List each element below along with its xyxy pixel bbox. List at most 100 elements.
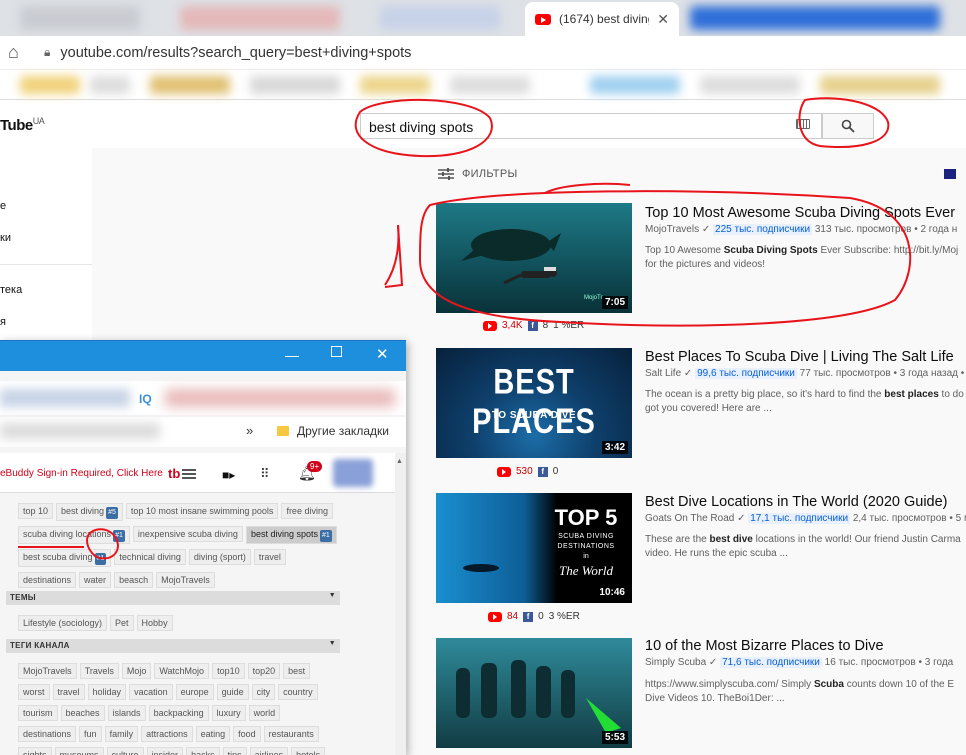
tag-chip[interactable]: beaches bbox=[60, 705, 105, 721]
tag-chip[interactable]: guide bbox=[216, 684, 249, 700]
search-input[interactable]: best diving spots bbox=[360, 113, 822, 139]
subscriber-count: 225 тыс. подписчики bbox=[713, 224, 813, 235]
tag-chip[interactable]: Lifestyle (sociology) bbox=[18, 615, 108, 631]
tag-chip[interactable]: travel bbox=[52, 684, 85, 700]
tag-chip[interactable]: food bbox=[233, 726, 261, 742]
tag-chip[interactable]: city bbox=[251, 684, 276, 700]
tag-chip[interactable]: country bbox=[278, 684, 318, 700]
video-title[interactable]: Best Dive Locations in The World (2020 G… bbox=[645, 494, 966, 510]
tag-chip[interactable]: top10 bbox=[212, 663, 245, 679]
guide-item[interactable]: ки bbox=[0, 232, 11, 244]
video-thumbnail[interactable]: BEST PLACES TO SCUBA DIVE 3:42 bbox=[436, 348, 632, 458]
scroll-up-arrow[interactable]: ▲ bbox=[396, 458, 403, 465]
video-camera-icon[interactable]: ■▸ bbox=[222, 468, 235, 482]
tag-chip[interactable]: scuba diving locations #1 bbox=[18, 526, 130, 544]
tag-chip[interactable]: best diving #5 bbox=[56, 503, 123, 521]
tag-chip[interactable]: fun bbox=[79, 726, 102, 742]
tab-close-icon[interactable]: ✕ bbox=[657, 11, 669, 28]
channel-name[interactable]: Salt Life bbox=[645, 368, 681, 379]
tag-chip[interactable]: destinations bbox=[18, 572, 77, 588]
video-meta: MojoTravels ✓ 225 тыс. подписчики 313 ты… bbox=[645, 224, 958, 235]
tag-chip[interactable]: top 10 bbox=[18, 503, 54, 519]
search-button[interactable] bbox=[822, 113, 874, 139]
tag-chip[interactable]: attractions bbox=[141, 726, 193, 742]
signin-link[interactable]: eBuddy Sign-in Required, Click Here bbox=[0, 468, 163, 479]
tag-chip[interactable]: technical diving bbox=[114, 549, 186, 565]
tag-chip[interactable]: Mojo bbox=[121, 663, 152, 679]
section-header-channel-tags[interactable]: ТЕГИ КАНАЛА ▼ bbox=[6, 639, 340, 653]
guide-item[interactable]: тека bbox=[0, 284, 22, 296]
tag-chip[interactable]: museums bbox=[54, 747, 104, 755]
tag-chip[interactable]: inexpensive scuba diving bbox=[132, 526, 243, 542]
tag-chip[interactable]: luxury bbox=[211, 705, 246, 721]
tag-chip[interactable]: MojoTravels bbox=[18, 663, 77, 679]
filter-sliders-icon bbox=[438, 168, 454, 180]
scrollbar[interactable] bbox=[395, 453, 406, 755]
filters-button[interactable]: ФИЛЬТРЫ bbox=[438, 167, 518, 181]
tag-chip[interactable]: Travels bbox=[79, 663, 119, 679]
tag-chip[interactable]: insider bbox=[146, 747, 184, 755]
tag-chip[interactable]: best diving spots #1 bbox=[245, 526, 337, 544]
tag-chip[interactable]: backpacking bbox=[148, 705, 209, 721]
video-thumbnail[interactable]: TOP 5 SCUBA DIVING DESTINATIONS in The W… bbox=[436, 493, 632, 603]
tag-chip[interactable]: airlines bbox=[249, 747, 289, 755]
maximize-icon[interactable] bbox=[331, 346, 342, 357]
channel-name[interactable]: Simply Scuba bbox=[645, 657, 706, 668]
tag-chip[interactable]: top20 bbox=[247, 663, 281, 679]
channel-name[interactable]: MojoTravels bbox=[645, 224, 699, 235]
home-icon[interactable]: ⌂ bbox=[8, 42, 30, 63]
tag-chip[interactable]: free diving bbox=[281, 503, 333, 519]
tag-chip[interactable]: Pet bbox=[110, 615, 134, 631]
tag-chip[interactable]: water bbox=[79, 572, 112, 588]
tag-chip[interactable]: travel bbox=[253, 549, 286, 565]
tag-chip[interactable]: best bbox=[283, 663, 311, 679]
tag-chip[interactable]: culture bbox=[106, 747, 144, 755]
iq-icon[interactable]: IQ bbox=[139, 392, 152, 406]
youtube-logo[interactable]: TubeUA bbox=[0, 116, 45, 134]
guide-item[interactable]: я bbox=[0, 316, 6, 328]
video-thumbnail[interactable]: MojoTr 7:05 bbox=[436, 203, 632, 313]
channel-name[interactable]: Goats On The Road bbox=[645, 513, 734, 524]
tag-chip[interactable]: sights bbox=[18, 747, 52, 755]
tubebuddy-logo[interactable]: tb bbox=[168, 466, 197, 481]
close-icon[interactable]: ✕ bbox=[376, 345, 389, 363]
tag-chip[interactable]: Hobby bbox=[136, 615, 173, 631]
tag-chip[interactable]: vacation bbox=[129, 684, 173, 700]
avatar[interactable] bbox=[333, 459, 373, 487]
tag-chip[interactable]: holiday bbox=[87, 684, 127, 700]
browser-tabstrip: (1674) best diving ✕ bbox=[0, 0, 966, 36]
video-description-line2: Dive Videos 10. TheBoi1Der: ... bbox=[645, 693, 785, 704]
url-field[interactable]: 🔒︎ youtube.com/results?search_query=best… bbox=[44, 45, 411, 61]
tag-chip[interactable]: tips bbox=[222, 747, 247, 755]
tag-chip[interactable]: diving (sport) bbox=[188, 549, 251, 565]
tag-chip[interactable]: eating bbox=[195, 726, 231, 742]
tag-chip[interactable]: world bbox=[248, 705, 281, 721]
keyboard-icon[interactable] bbox=[796, 119, 810, 129]
apps-grid-icon[interactable]: ⠿ bbox=[260, 466, 270, 482]
tag-chip[interactable]: family bbox=[104, 726, 139, 742]
tag-chip[interactable]: beasch bbox=[114, 572, 154, 588]
tag-chip[interactable]: top 10 most insane swimming pools bbox=[125, 503, 279, 519]
chevron-icon[interactable]: » bbox=[246, 423, 253, 438]
minimize-icon[interactable]: — bbox=[285, 347, 299, 363]
tag-chip[interactable]: islands bbox=[107, 705, 146, 721]
tag-chip[interactable]: MojoTravels bbox=[156, 572, 215, 588]
tag-chip[interactable]: best scuba diving #1 bbox=[18, 549, 112, 567]
tag-chip[interactable]: tourism bbox=[18, 705, 58, 721]
tag-chip[interactable]: worst bbox=[18, 684, 50, 700]
guide-item[interactable]: е bbox=[0, 200, 6, 212]
extension-icon[interactable] bbox=[944, 169, 956, 179]
video-title[interactable]: Top 10 Most Awesome Scuba Diving Spots E… bbox=[645, 205, 966, 221]
video-thumbnail[interactable]: 5:53 bbox=[436, 638, 632, 748]
tag-chip[interactable]: europe bbox=[175, 684, 214, 700]
tag-chip[interactable]: WatchMojo bbox=[154, 663, 210, 679]
other-bookmarks[interactable]: Другие закладки bbox=[277, 424, 389, 438]
tag-chip[interactable]: hotels bbox=[291, 747, 326, 755]
tag-chip[interactable]: hacks bbox=[186, 747, 220, 755]
tag-chip[interactable]: destinations bbox=[18, 726, 77, 742]
section-header-topics[interactable]: ТЕМЫ ▼ bbox=[6, 591, 340, 605]
video-title[interactable]: Best Places To Scuba Dive | Living The S… bbox=[645, 349, 966, 365]
browser-tab-active[interactable]: (1674) best diving ✕ bbox=[525, 2, 679, 36]
video-title[interactable]: 10 of the Most Bizarre Places to Dive bbox=[645, 638, 966, 654]
tag-chip[interactable]: restaurants bbox=[263, 726, 319, 742]
